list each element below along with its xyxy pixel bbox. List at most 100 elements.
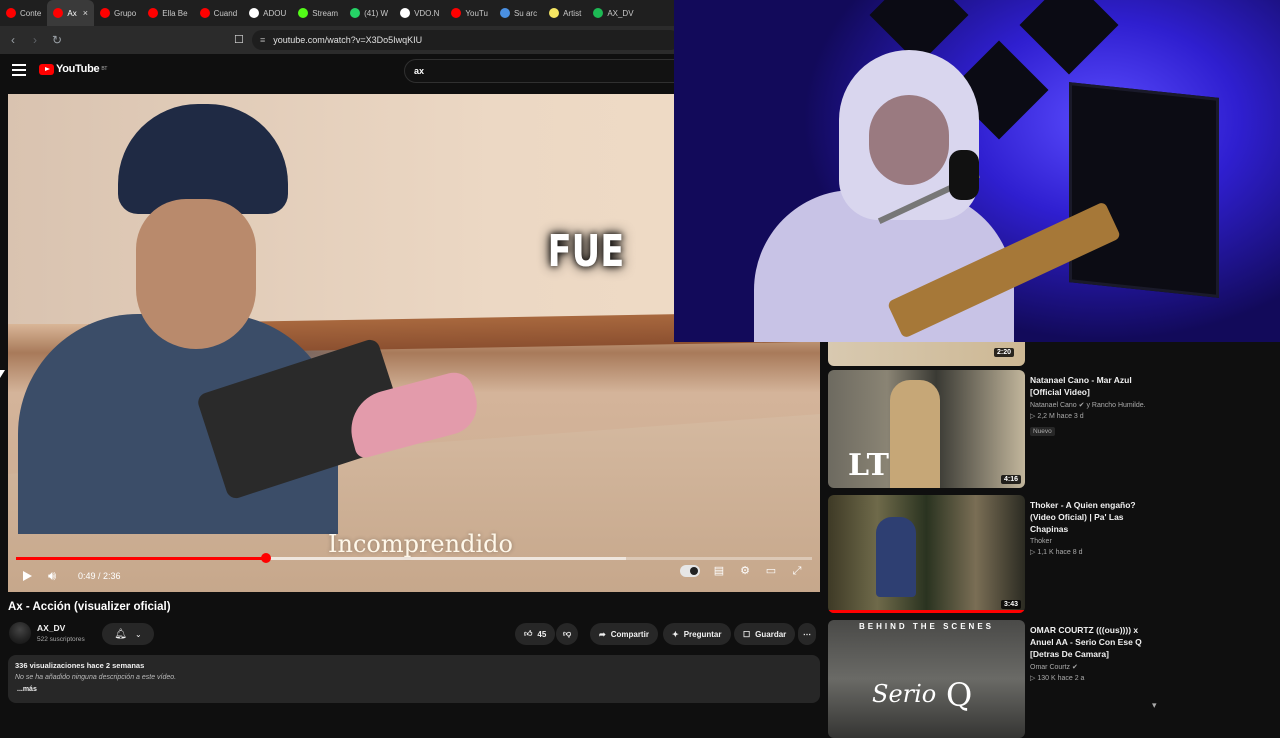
time-display: 0:49 / 2:36 [78, 571, 121, 581]
tab-favicon-icon [593, 8, 604, 18]
tab-label: Su arc [513, 8, 538, 18]
browser-tab[interactable]: Ella Be [142, 0, 193, 26]
tab-favicon-icon [148, 8, 159, 18]
dislike-button[interactable]: 👎︎ [556, 623, 579, 645]
progress-played [16, 557, 266, 560]
youtube-logo[interactable]: YouTube BT [39, 63, 107, 75]
browser-tab[interactable]: AX_DV [587, 0, 639, 26]
recommendation-title[interactable]: OMAR COURTZ (((ous)))) x Anuel AA - Seri… [1030, 624, 1160, 660]
thumbnail-caption: BEHIND THE SCENES [858, 622, 994, 631]
share-icon: ➦ [599, 629, 606, 639]
tab-label: ADOU [263, 8, 287, 18]
recommendation-channel[interactable]: Natanael Cano ✔ y Rancho Humilde. [1030, 401, 1160, 409]
ask-label: Preguntar [683, 629, 722, 639]
address-url: youtube.com/watch?v=X3Do5IwqKIU [273, 35, 423, 45]
more-actions-button[interactable]: ⋯ [798, 623, 816, 645]
browser-tab[interactable]: VDO.N [394, 0, 445, 26]
subscribed-bell-button[interactable]: 🔔︎ ⌄ [102, 623, 154, 645]
description-text: No se ha añadido ninguna descripción a e… [15, 674, 177, 681]
like-count: 45 [537, 629, 547, 639]
recommendation-thumbnail[interactable]: BEHIND THE SCENES Serio Q [828, 620, 1025, 738]
browser-tab[interactable]: Cuand [194, 0, 244, 26]
browser-tab[interactable]: Stream [292, 0, 344, 26]
browser-tab[interactable]: Grupo [94, 0, 142, 26]
tab-favicon-icon [350, 8, 361, 18]
thumbnail-letter: Q [946, 676, 973, 714]
play-icon[interactable] [21, 570, 33, 582]
tab-favicon-icon [6, 8, 16, 18]
tab-favicon-icon [400, 8, 411, 18]
browser-tab[interactable]: Artist [543, 0, 587, 26]
thumbs-up-icon: 👍︎ [524, 629, 533, 638]
share-label: Compartir [610, 629, 649, 639]
thumbnail-logo-text: LT [848, 448, 889, 483]
player-right-controls: ▤ ⚙ ▭ ⤢ [680, 564, 804, 578]
subtitles-icon[interactable]: ▤ [712, 564, 726, 578]
channel-name[interactable]: AX_DV [37, 623, 65, 633]
save-label: Guardar [755, 629, 787, 639]
video-duration: 3:43 [1000, 600, 1021, 609]
recommendation-channel[interactable]: Thoker [1030, 538, 1160, 545]
save-bookmark-icon: ☐ [743, 629, 751, 639]
tab-label: Stream [312, 8, 339, 18]
close-tab-icon[interactable]: × [83, 8, 88, 18]
theater-mode-icon[interactable]: ▭ [764, 564, 778, 578]
video-duration: 4:16 [1000, 475, 1021, 484]
fullscreen-icon[interactable]: ⤢ [790, 564, 804, 578]
recommendation-thumbnail[interactable]: LT 4:16 [828, 370, 1025, 488]
video-frame-person [18, 104, 484, 534]
search-input[interactable]: ax [404, 59, 680, 83]
autoplay-toggle[interactable] [680, 565, 700, 577]
tab-favicon-icon [53, 8, 64, 18]
youtube-region: BT [101, 66, 108, 72]
browser-tab[interactable]: Su arc [494, 0, 543, 26]
new-badge: Nuevo [1030, 427, 1055, 436]
description-more-link[interactable]: ...más [17, 686, 37, 693]
recommendation-channel[interactable]: Omar Courtz ✔ [1030, 663, 1160, 671]
recommendation-meta: ▷ 130 K hace 2 a [1030, 675, 1085, 682]
video-lyric-caption: Incomprendido [328, 530, 513, 558]
chevron-down-icon: ⌄ [135, 629, 142, 639]
browser-tab[interactable]: Conte [0, 0, 47, 26]
recommendation-meta: ▷ 1,1 K hace 8 d [1030, 549, 1083, 556]
site-info-icon[interactable]: ≡ [260, 35, 265, 45]
webcam-overlay [674, 0, 1280, 342]
tab-favicon-icon [298, 8, 309, 18]
volume-icon[interactable]: 🔊︎ [48, 568, 56, 584]
back-icon[interactable]: ‹ [4, 33, 22, 47]
hamburger-menu-icon[interactable] [12, 64, 26, 76]
ask-button[interactable]: ✦ Preguntar [663, 623, 731, 645]
recommendation-title[interactable]: Natanael Cano - Mar Azul [Official Video… [1030, 374, 1160, 398]
progress-scrubber[interactable] [261, 553, 271, 563]
recommendation-title[interactable]: Thoker - A Quien engaño? (Video Oficial)… [1030, 499, 1160, 535]
browser-tab[interactable]: YouTu [445, 0, 494, 26]
tab-label: Cuand [213, 8, 238, 18]
bell-icon: 🔔︎ [114, 628, 127, 640]
share-button[interactable]: ➦ Compartir [590, 623, 658, 645]
youtube-logo-text: YouTube [56, 63, 100, 75]
browser-tab-strip: Conte Ax × Grupo Ella Be Cuand ADOU Stream (41) … [0, 0, 680, 26]
forward-icon[interactable]: › [26, 33, 44, 47]
browser-tab[interactable]: Ax × [47, 0, 94, 26]
reload-icon[interactable]: ↻ [48, 33, 66, 47]
settings-gear-icon[interactable]: ⚙ [738, 564, 752, 578]
thumbnail-script-text: Serio [872, 680, 937, 708]
channel-avatar[interactable] [9, 622, 31, 644]
tab-label: AX_DV [607, 8, 634, 18]
scroll-down-icon[interactable]: ▾ [1152, 700, 1157, 711]
tab-favicon-icon [99, 8, 110, 18]
save-button[interactable]: ☐ Guardar [734, 623, 796, 645]
video-title: Ax - Acción (visualizer oficial) [8, 601, 171, 613]
tab-label: (41) W [364, 8, 389, 18]
recommendation-thumbnail[interactable]: 3:43 [828, 495, 1025, 613]
recommendations-sidebar: 2:20 LT 4:16 Natanael Cano - Mar Azul [O… [828, 342, 1168, 738]
like-button[interactable]: 👍︎ 45 [515, 623, 556, 645]
address-bar[interactable]: ≡ youtube.com/watch?v=X3Do5IwqKIU [252, 30, 680, 50]
bookmark-icon[interactable]: ☐ [234, 33, 244, 46]
tab-label: YouTu [465, 8, 488, 18]
view-count-date: 336 visualizaciones hace 2 semanas [15, 661, 145, 670]
tab-label: Grupo [113, 8, 137, 18]
tab-favicon-icon [549, 8, 560, 18]
browser-tab[interactable]: ADOU [243, 0, 292, 26]
browser-tab[interactable]: (41) W [344, 0, 394, 26]
